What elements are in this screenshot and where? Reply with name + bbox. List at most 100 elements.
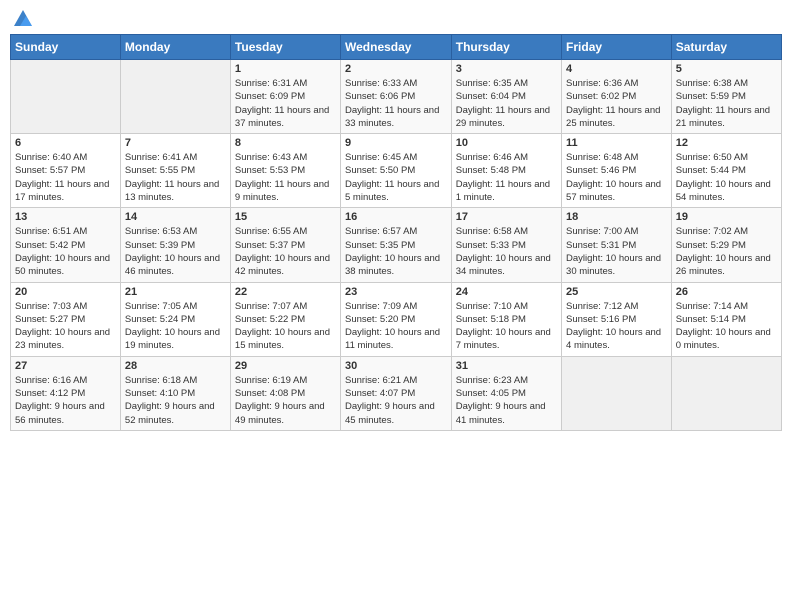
logo-icon xyxy=(12,8,34,30)
cell-content: Sunrise: 7:02 AMSunset: 5:29 PMDaylight:… xyxy=(676,225,777,278)
weekday-header-thursday: Thursday xyxy=(451,35,561,60)
calendar-cell: 31 Sunrise: 6:23 AMSunset: 4:05 PMDayligh… xyxy=(451,356,561,430)
cell-content: Sunrise: 6:18 AMSunset: 4:10 PMDaylight:… xyxy=(125,374,226,427)
day-number: 8 xyxy=(235,137,336,149)
cell-content: Sunrise: 7:03 AMSunset: 5:27 PMDaylight:… xyxy=(15,300,116,353)
cell-content: Sunrise: 7:00 AMSunset: 5:31 PMDaylight:… xyxy=(566,225,667,278)
calendar-cell: 17 Sunrise: 6:58 AMSunset: 5:33 PMDayligh… xyxy=(451,208,561,282)
day-number: 23 xyxy=(345,286,447,298)
day-number: 16 xyxy=(345,211,447,223)
day-number: 28 xyxy=(125,360,226,372)
cell-content: Sunrise: 6:50 AMSunset: 5:44 PMDaylight:… xyxy=(676,151,777,204)
calendar-cell xyxy=(11,60,121,134)
calendar-cell: 14 Sunrise: 6:53 AMSunset: 5:39 PMDayligh… xyxy=(120,208,230,282)
cell-content: Sunrise: 7:14 AMSunset: 5:14 PMDaylight:… xyxy=(676,300,777,353)
cell-content: Sunrise: 6:23 AMSunset: 4:05 PMDaylight:… xyxy=(456,374,557,427)
calendar-cell: 18 Sunrise: 7:00 AMSunset: 5:31 PMDayligh… xyxy=(562,208,672,282)
cell-content: Sunrise: 6:55 AMSunset: 5:37 PMDaylight:… xyxy=(235,225,336,278)
day-number: 17 xyxy=(456,211,557,223)
calendar-cell: 5Sunrise: 6:38 AMSunset: 5:59 PMDaylight… xyxy=(671,60,781,134)
day-number: 21 xyxy=(125,286,226,298)
day-number: 30 xyxy=(345,360,447,372)
cell-content: Sunrise: 6:21 AMSunset: 4:07 PMDaylight:… xyxy=(345,374,447,427)
calendar-cell: 26 Sunrise: 7:14 AMSunset: 5:14 PMDayligh… xyxy=(671,282,781,356)
cell-content: Sunrise: 7:12 AMSunset: 5:16 PMDaylight:… xyxy=(566,300,667,353)
cell-content: Sunrise: 7:05 AMSunset: 5:24 PMDaylight:… xyxy=(125,300,226,353)
calendar-cell: 10 Sunrise: 6:46 AMSunset: 5:48 PMDayligh… xyxy=(451,134,561,208)
cell-content: Sunrise: 7:10 AMSunset: 5:18 PMDaylight:… xyxy=(456,300,557,353)
cell-content: Sunrise: 6:43 AMSunset: 5:53 PMDaylight:… xyxy=(235,151,336,204)
calendar-cell: 13 Sunrise: 6:51 AMSunset: 5:42 PMDayligh… xyxy=(11,208,121,282)
day-number: 13 xyxy=(15,211,116,223)
calendar-cell: 2 Sunrise: 6:33 AMSunset: 6:06 PMDaylight… xyxy=(341,60,452,134)
day-number: 11 xyxy=(566,137,667,149)
calendar-cell: 27 Sunrise: 6:16 AMSunset: 4:12 PMDayligh… xyxy=(11,356,121,430)
calendar-table: SundayMondayTuesdayWednesdayThursdayFrid… xyxy=(10,34,782,431)
day-number: 20 xyxy=(15,286,116,298)
day-number: 24 xyxy=(456,286,557,298)
weekday-header-sunday: Sunday xyxy=(11,35,121,60)
calendar-cell: 28 Sunrise: 6:18 AMSunset: 4:10 PMDayligh… xyxy=(120,356,230,430)
calendar-cell: 21 Sunrise: 7:05 AMSunset: 5:24 PMDayligh… xyxy=(120,282,230,356)
cell-content: Sunrise: 6:51 AMSunset: 5:42 PMDaylight:… xyxy=(15,225,116,278)
weekday-header-monday: Monday xyxy=(120,35,230,60)
cell-content: Sunrise: 6:57 AMSunset: 5:35 PMDaylight:… xyxy=(345,225,447,278)
weekday-header-wednesday: Wednesday xyxy=(341,35,452,60)
page: SundayMondayTuesdayWednesdayThursdayFrid… xyxy=(0,0,792,612)
cell-content: Sunrise: 6:45 AMSunset: 5:50 PMDaylight:… xyxy=(345,151,447,204)
day-number: 25 xyxy=(566,286,667,298)
cell-content: Sunrise: 6:48 AMSunset: 5:46 PMDaylight:… xyxy=(566,151,667,204)
cell-content: Sunrise: 7:09 AMSunset: 5:20 PMDaylight:… xyxy=(345,300,447,353)
cell-content: Sunrise: 6:19 AMSunset: 4:08 PMDaylight:… xyxy=(235,374,336,427)
day-number: 7 xyxy=(125,137,226,149)
calendar-cell: 19 Sunrise: 7:02 AMSunset: 5:29 PMDayligh… xyxy=(671,208,781,282)
calendar-cell: 6Sunrise: 6:40 AMSunset: 5:57 PMDaylight… xyxy=(11,134,121,208)
day-number: 22 xyxy=(235,286,336,298)
weekday-header-saturday: Saturday xyxy=(671,35,781,60)
cell-content: Sunrise: 6:31 AMSunset: 6:09 PMDaylight:… xyxy=(235,77,336,130)
calendar-cell: 8 Sunrise: 6:43 AMSunset: 5:53 PMDaylight… xyxy=(230,134,340,208)
weekday-header-row: SundayMondayTuesdayWednesdayThursdayFrid… xyxy=(11,35,782,60)
day-number: 27 xyxy=(15,360,116,372)
calendar-cell: 24 Sunrise: 7:10 AMSunset: 5:18 PMDayligh… xyxy=(451,282,561,356)
calendar-week-row: 27 Sunrise: 6:16 AMSunset: 4:12 PMDayligh… xyxy=(11,356,782,430)
calendar-cell: 9Sunrise: 6:45 AMSunset: 5:50 PMDaylight… xyxy=(341,134,452,208)
cell-content: Sunrise: 6:53 AMSunset: 5:39 PMDaylight:… xyxy=(125,225,226,278)
day-number: 3 xyxy=(456,63,557,75)
calendar-cell: 3Sunrise: 6:35 AMSunset: 6:04 PMDaylight… xyxy=(451,60,561,134)
day-number: 10 xyxy=(456,137,557,149)
day-number: 18 xyxy=(566,211,667,223)
calendar-cell: 23 Sunrise: 7:09 AMSunset: 5:20 PMDayligh… xyxy=(341,282,452,356)
cell-content: Sunrise: 6:40 AMSunset: 5:57 PMDaylight:… xyxy=(15,151,116,204)
cell-content: Sunrise: 6:36 AMSunset: 6:02 PMDaylight:… xyxy=(566,77,667,130)
header xyxy=(10,10,782,26)
weekday-header-tuesday: Tuesday xyxy=(230,35,340,60)
calendar-cell: 7Sunrise: 6:41 AMSunset: 5:55 PMDaylight… xyxy=(120,134,230,208)
day-number: 4 xyxy=(566,63,667,75)
day-number: 19 xyxy=(676,211,777,223)
calendar-cell xyxy=(671,356,781,430)
day-number: 12 xyxy=(676,137,777,149)
calendar-week-row: 6Sunrise: 6:40 AMSunset: 5:57 PMDaylight… xyxy=(11,134,782,208)
calendar-cell xyxy=(120,60,230,134)
day-number: 26 xyxy=(676,286,777,298)
calendar-cell: 1Sunrise: 6:31 AMSunset: 6:09 PMDaylight… xyxy=(230,60,340,134)
cell-content: Sunrise: 6:16 AMSunset: 4:12 PMDaylight:… xyxy=(15,374,116,427)
calendar-week-row: 20 Sunrise: 7:03 AMSunset: 5:27 PMDayligh… xyxy=(11,282,782,356)
cell-content: Sunrise: 6:46 AMSunset: 5:48 PMDaylight:… xyxy=(456,151,557,204)
calendar-week-row: 1Sunrise: 6:31 AMSunset: 6:09 PMDaylight… xyxy=(11,60,782,134)
day-number: 14 xyxy=(125,211,226,223)
calendar-cell: 11 Sunrise: 6:48 AMSunset: 5:46 PMDayligh… xyxy=(562,134,672,208)
day-number: 2 xyxy=(345,63,447,75)
cell-content: Sunrise: 6:33 AMSunset: 6:06 PMDaylight:… xyxy=(345,77,447,130)
cell-content: Sunrise: 6:38 AMSunset: 5:59 PMDaylight:… xyxy=(676,77,777,130)
weekday-header-friday: Friday xyxy=(562,35,672,60)
calendar-cell: 22Sunrise: 7:07 AMSunset: 5:22 PMDayligh… xyxy=(230,282,340,356)
calendar-cell: 30 Sunrise: 6:21 AMSunset: 4:07 PMDayligh… xyxy=(341,356,452,430)
calendar-week-row: 13 Sunrise: 6:51 AMSunset: 5:42 PMDayligh… xyxy=(11,208,782,282)
day-number: 31 xyxy=(456,360,557,372)
cell-content: Sunrise: 6:58 AMSunset: 5:33 PMDaylight:… xyxy=(456,225,557,278)
day-number: 15 xyxy=(235,211,336,223)
calendar-cell xyxy=(562,356,672,430)
calendar-cell: 12 Sunrise: 6:50 AMSunset: 5:44 PMDayligh… xyxy=(671,134,781,208)
